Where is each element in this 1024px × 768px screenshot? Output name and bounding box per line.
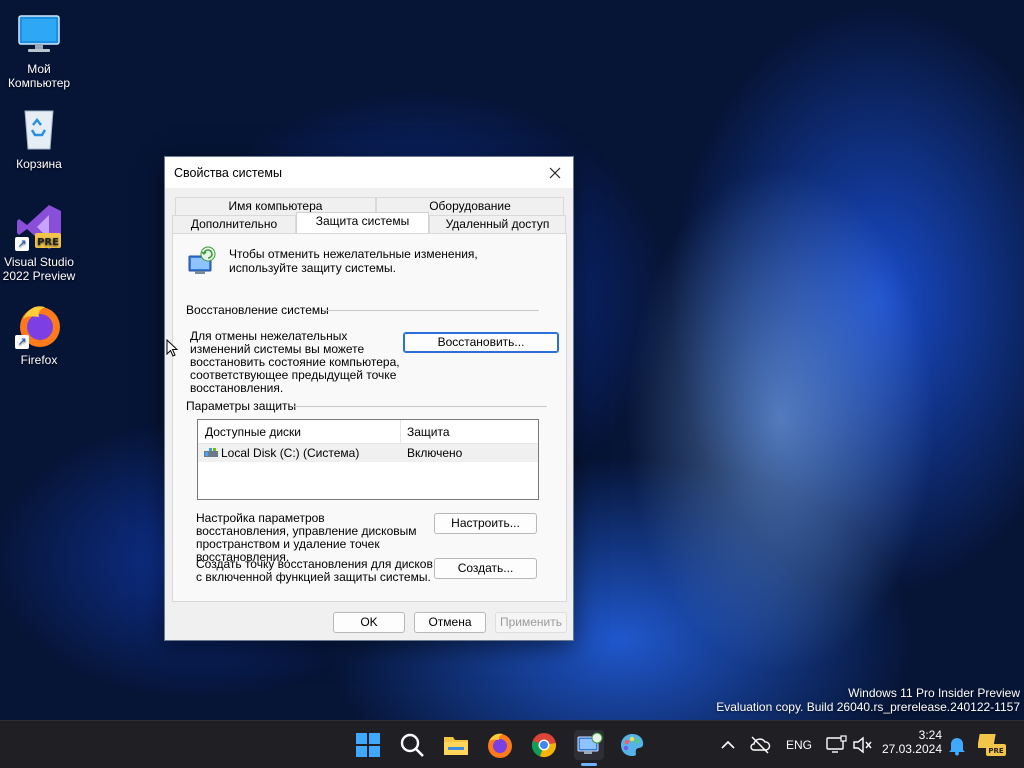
cancel-button[interactable]: Отмена xyxy=(414,612,486,633)
protection-group-title: Параметры защиты xyxy=(186,399,297,413)
system-properties-dialog: Свойства системы Имя компьютера Оборудов… xyxy=(164,156,574,641)
tab-remote[interactable]: Удаленный доступ xyxy=(429,215,566,233)
cloud-offline-icon xyxy=(750,736,771,754)
ok-button[interactable]: OK xyxy=(333,612,405,633)
desktop-icon-firefox[interactable]: ↗ Firefox xyxy=(0,301,78,367)
column-header-protection[interactable]: Защита xyxy=(407,425,450,439)
onedrive-tray-button[interactable] xyxy=(748,733,772,757)
tab-strip: Имя компьютера Оборудование Дополнительн… xyxy=(172,197,566,235)
system-protection-icon xyxy=(187,246,217,276)
evaluation-watermark: Windows 11 Pro Insider Preview Evaluatio… xyxy=(716,686,1020,714)
configure-button[interactable]: Настроить... xyxy=(434,513,537,534)
shortcut-arrow-icon: ↗ xyxy=(15,237,29,251)
restore-group-title: Восстановление системы xyxy=(186,303,329,317)
drive-protection-status: Включено xyxy=(407,446,463,460)
svg-text:PRE: PRE xyxy=(988,747,1004,755)
create-button[interactable]: Создать... xyxy=(434,558,537,579)
system-properties-icon xyxy=(577,732,603,754)
chrome-taskbar-button[interactable] xyxy=(530,731,558,759)
bell-icon xyxy=(949,738,965,756)
volume-tray-button[interactable] xyxy=(850,733,874,757)
chevron-up-icon xyxy=(721,740,735,749)
group-divider xyxy=(293,406,547,407)
firefox-icon xyxy=(488,733,512,758)
tab-advanced[interactable]: Дополнительно xyxy=(172,215,296,233)
column-separator[interactable] xyxy=(400,420,401,444)
search-icon xyxy=(400,733,424,757)
desktop-icon-label: Корзина xyxy=(16,157,62,171)
clock-date: 27.03.2024 xyxy=(881,742,942,756)
monitor-icon xyxy=(15,10,63,58)
network-icon xyxy=(826,735,847,753)
shortcut-arrow-icon: ↗ xyxy=(15,335,29,349)
watermark-build: Evaluation copy. Build 26040.rs_prerelea… xyxy=(716,700,1020,714)
column-header-drives[interactable]: Доступные диски xyxy=(205,425,301,439)
drives-list[interactable]: Доступные диски Защита Local Disk (C:) (… xyxy=(197,419,539,500)
restore-button[interactable]: Восстановить... xyxy=(403,332,559,353)
speaker-muted-icon xyxy=(853,736,872,754)
desktop-icon-label: Мой Компьютер xyxy=(7,62,71,90)
language-indicator[interactable]: ENG xyxy=(786,738,812,752)
svg-text:PRE: PRE xyxy=(37,237,59,248)
desktop-icon-recycle-bin[interactable]: Корзина xyxy=(0,105,78,171)
notifications-button[interactable] xyxy=(946,734,968,756)
system-protection-panel: Чтобы отменить нежелательные изменения, … xyxy=(172,233,567,602)
start-icon xyxy=(356,733,380,757)
file-explorer-icon xyxy=(444,737,468,755)
paint-icon xyxy=(621,734,644,756)
tab-system-protection[interactable]: Защита системы xyxy=(296,212,429,233)
drive-icon xyxy=(204,447,218,457)
apply-button[interactable]: Применить xyxy=(495,612,567,633)
clock[interactable]: 3:24 27.03.2024 xyxy=(880,728,942,756)
start-button[interactable] xyxy=(354,731,382,759)
file-explorer-button[interactable] xyxy=(442,731,470,759)
firefox-icon: ↗ xyxy=(15,301,63,349)
close-icon xyxy=(549,167,561,178)
list-header: Доступные диски Защита xyxy=(198,420,538,444)
watermark-edition: Windows 11 Pro Insider Preview xyxy=(848,686,1020,700)
insider-badge-button[interactable]: PRE xyxy=(977,732,1006,758)
active-app-indicator xyxy=(581,763,597,766)
recycle-bin-icon xyxy=(15,105,63,153)
dialog-title: Свойства системы xyxy=(174,165,282,180)
chrome-icon xyxy=(531,733,556,758)
network-tray-button[interactable] xyxy=(824,733,848,757)
restore-description: Для отмены нежелательных изменений систе… xyxy=(190,329,400,395)
paint-taskbar-button[interactable] xyxy=(618,731,646,759)
insider-preview-icon: PRE xyxy=(977,734,1006,756)
system-properties-taskbar-button[interactable] xyxy=(574,730,604,760)
list-item[interactable]: Local Disk (C:) (Система) Включено xyxy=(198,444,538,462)
create-description: Создать точку восстановления для дисков … xyxy=(196,557,433,584)
show-hidden-icons-button[interactable] xyxy=(716,733,740,757)
clock-time: 3:24 xyxy=(918,728,942,742)
close-button[interactable] xyxy=(537,157,573,188)
desktop-icon-computer[interactable]: Мой Компьютер xyxy=(0,10,78,90)
dialog-titlebar[interactable]: Свойства системы xyxy=(165,157,573,188)
search-button[interactable] xyxy=(398,731,426,759)
group-divider xyxy=(323,310,539,311)
desktop-icon-visual-studio[interactable]: PRE ↗ Visual Studio 2022 Preview xyxy=(0,203,78,283)
drive-name: Local Disk (C:) (Система) xyxy=(221,446,360,460)
intro-text: Чтобы отменить нежелательные изменения, … xyxy=(229,247,478,275)
taskbar: ENG 3:24 27.03.2024 PRE xyxy=(0,720,1024,768)
desktop-icon-label: Firefox xyxy=(20,353,58,367)
firefox-taskbar-button[interactable] xyxy=(486,731,514,759)
visual-studio-icon: PRE ↗ xyxy=(15,203,63,251)
mouse-cursor-icon xyxy=(166,338,179,357)
desktop-icon-label: Visual Studio 2022 Preview xyxy=(2,255,76,283)
